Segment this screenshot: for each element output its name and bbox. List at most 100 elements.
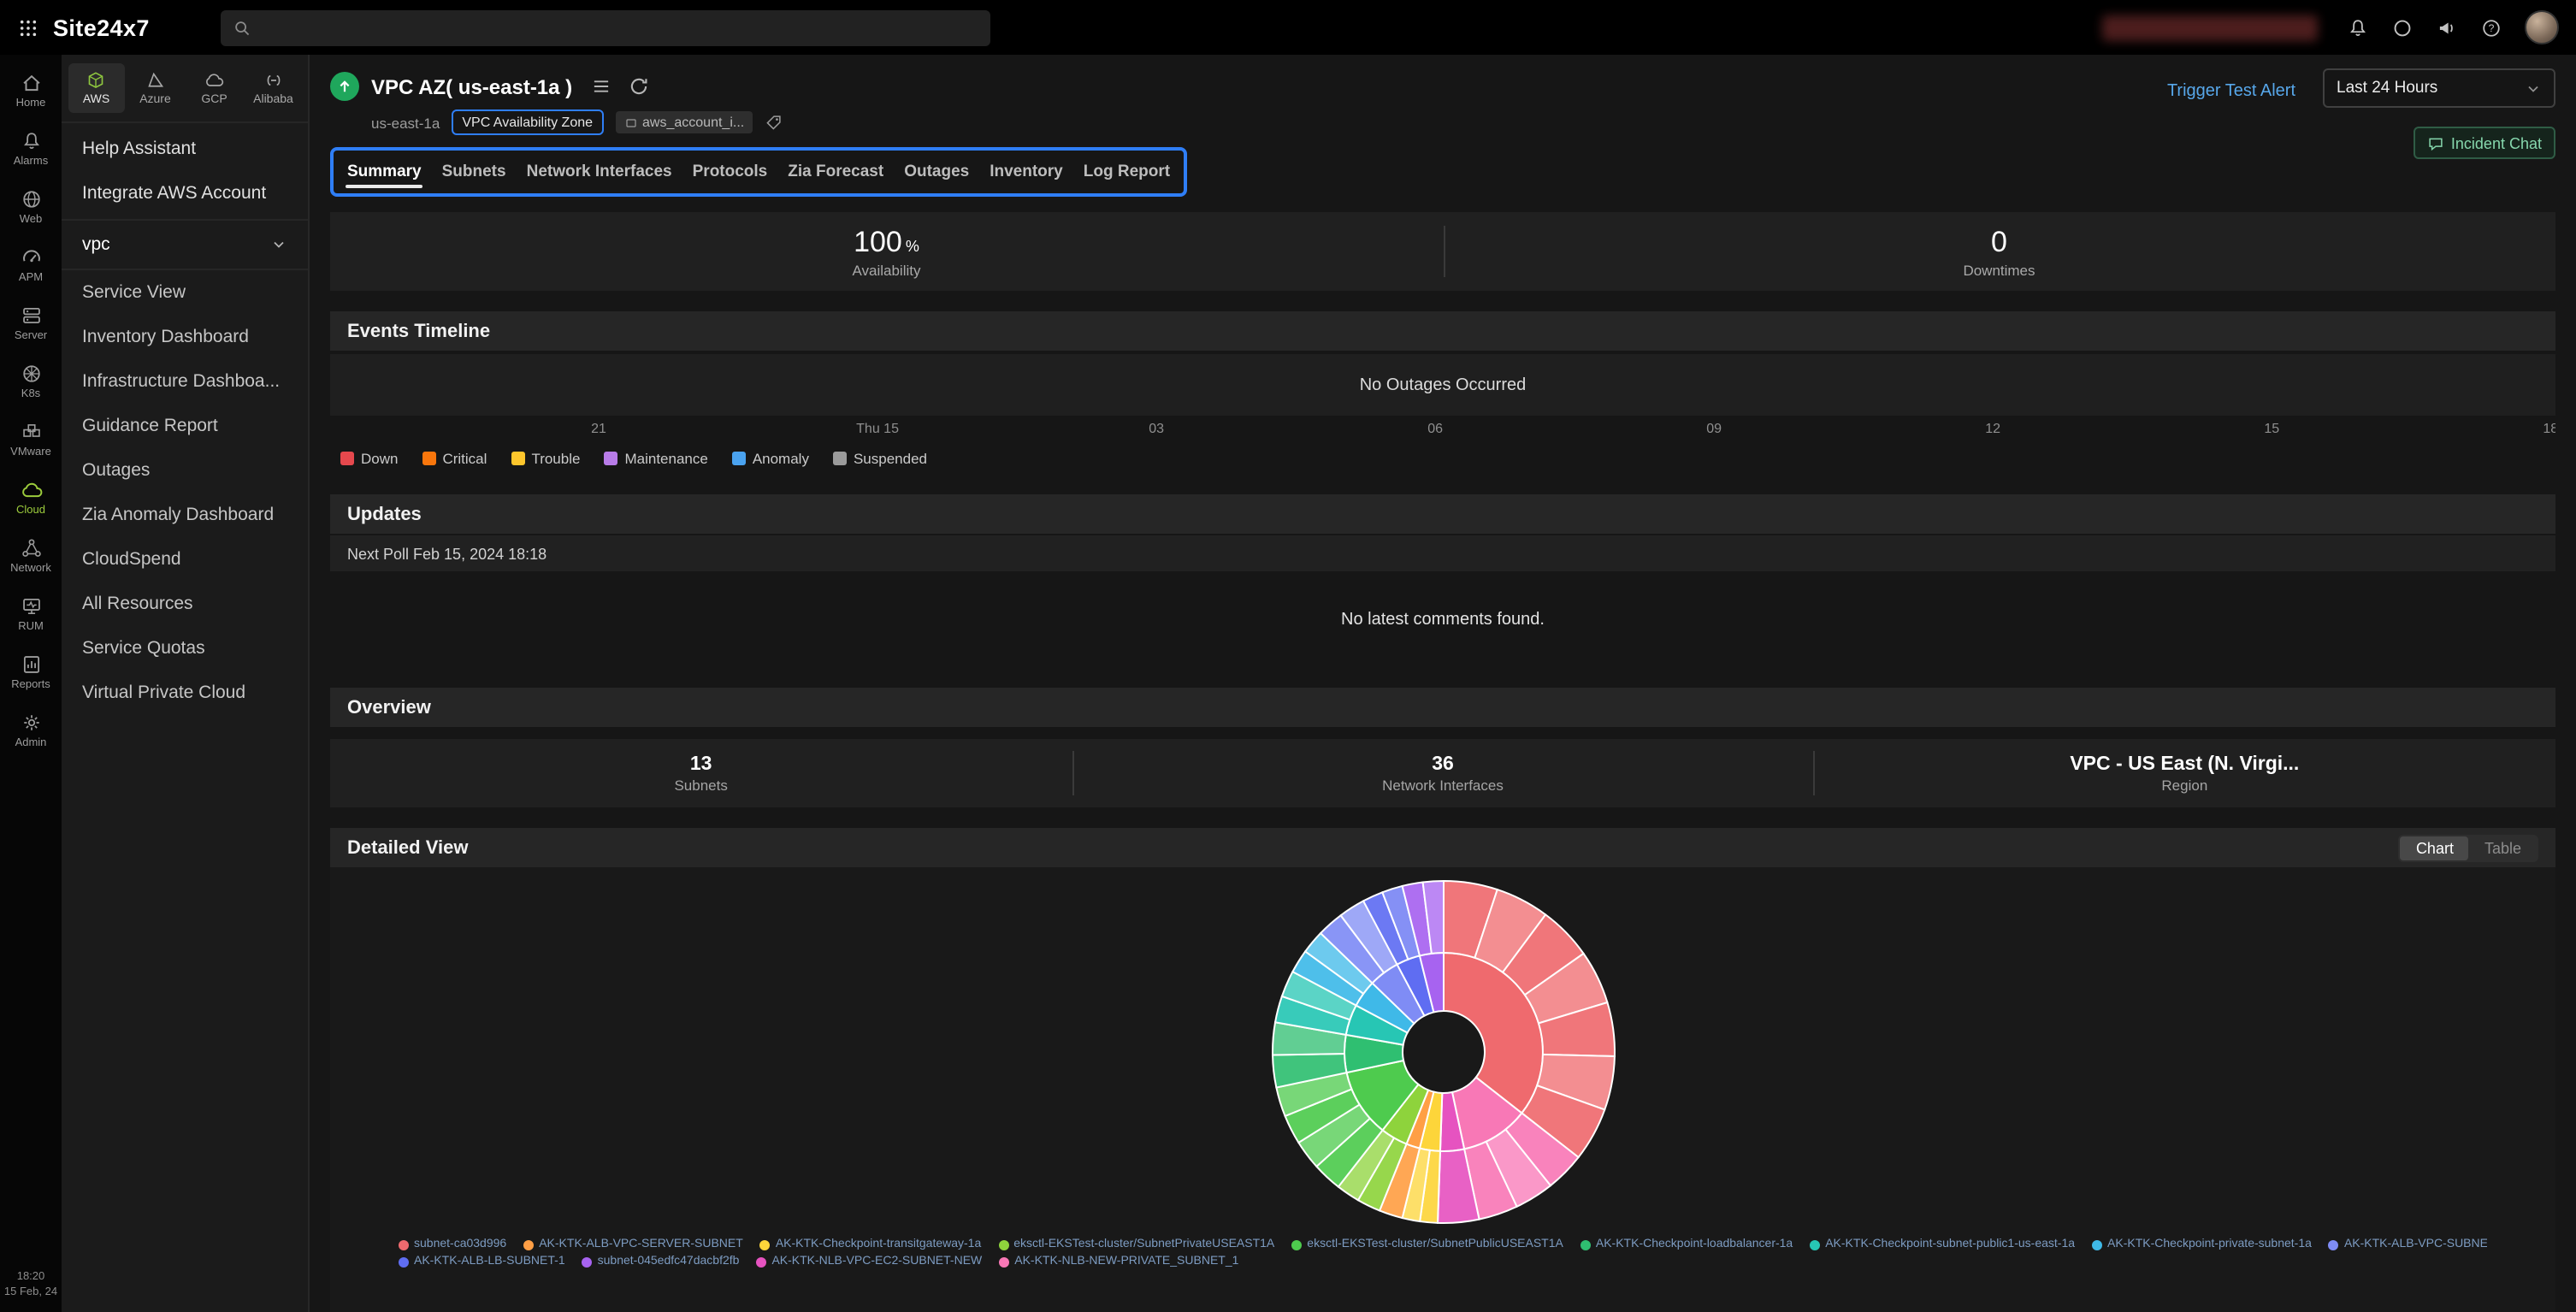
rail-item-k8s[interactable]: K8s bbox=[0, 352, 62, 411]
chart-legend-item-ak-ktk-checkpoint-loadbalancer-1a[interactable]: AK-KTK-Checkpoint-loadbalancer-1a bbox=[1580, 1238, 1793, 1250]
provider-tab-alibaba[interactable]: Alibaba bbox=[245, 63, 301, 113]
sidebar-item-zia-anomaly-dashboard[interactable]: Zia Anomaly Dashboard bbox=[62, 493, 308, 537]
tab-network-interfaces[interactable]: Network Interfaces bbox=[517, 151, 682, 193]
account-tag[interactable]: aws_account_i... bbox=[615, 111, 753, 133]
chart-table-toggle: Chart Table bbox=[2398, 834, 2538, 861]
chart-legend-item-ak-ktk-alb-vpc-server-subnet[interactable]: AK-KTK-ALB-VPC-SERVER-SUBNET bbox=[523, 1238, 743, 1250]
sunburst-chart[interactable] bbox=[1261, 871, 1624, 1233]
rail-item-server[interactable]: Server bbox=[0, 294, 62, 352]
refresh-icon bbox=[630, 78, 647, 95]
incident-chat-button[interactable]: Incident Chat bbox=[2413, 127, 2555, 159]
sidebar-item-service-quotas[interactable]: Service Quotas bbox=[62, 626, 308, 671]
timeline-tick: 06 bbox=[1427, 421, 1444, 436]
avatar[interactable] bbox=[2525, 10, 2559, 44]
detailed-view-header: Detailed View Chart Table bbox=[330, 828, 2555, 867]
sidebar-item-outages[interactable]: Outages bbox=[62, 448, 308, 493]
tab-log-report[interactable]: Log Report bbox=[1073, 151, 1180, 193]
provider-tab-gcp[interactable]: GCP bbox=[186, 63, 242, 113]
rail-item-reports[interactable]: Reports bbox=[0, 643, 62, 701]
announcements-icon[interactable] bbox=[2436, 16, 2458, 38]
tab-subnets[interactable]: Subnets bbox=[432, 151, 517, 193]
legend-swatch bbox=[832, 452, 847, 465]
rail-item-vmware[interactable]: VMware bbox=[0, 411, 62, 469]
global-search[interactable] bbox=[221, 9, 991, 45]
provider-tab-aws[interactable]: AWS bbox=[68, 63, 124, 113]
overview-stat-subnets: 13 Subnets bbox=[330, 739, 1072, 807]
rail-time: 18:20 bbox=[16, 1270, 45, 1282]
rail-item-network[interactable]: Network bbox=[0, 527, 62, 585]
rail-item-alarms[interactable]: Alarms bbox=[0, 120, 62, 178]
overview-label: Region bbox=[2161, 776, 2208, 793]
chart-legend-item-eksctl-ekstest-cluster-subnetpublicuseast1a[interactable]: eksctl-EKSTest-cluster/SubnetPublicUSEAS… bbox=[1291, 1238, 1563, 1250]
rail-item-rum[interactable]: RUM bbox=[0, 585, 62, 643]
table-toggle-button[interactable]: Table bbox=[2469, 836, 2537, 860]
overview-value: 36 bbox=[1432, 754, 1454, 774]
legend-dot bbox=[582, 1256, 593, 1267]
legend-label: eksctl-EKSTest-cluster/SubnetPublicUSEAS… bbox=[1307, 1238, 1563, 1250]
rail-item-label: K8s bbox=[21, 388, 41, 400]
monitor-menu-icon[interactable] bbox=[589, 75, 612, 98]
chart-toggle-button[interactable]: Chart bbox=[2400, 836, 2469, 860]
tag-icon[interactable] bbox=[765, 113, 783, 132]
provider-tab-azure[interactable]: Azure bbox=[127, 63, 183, 113]
network-icon bbox=[21, 539, 40, 557]
sidebar-item-service-view[interactable]: Service View bbox=[62, 270, 308, 315]
chart-legend-row: subnet-ca03d996 AK-KTK-ALB-VPC-SERVER-SUB… bbox=[399, 1238, 2487, 1250]
tab-outages[interactable]: Outages bbox=[894, 151, 979, 193]
help-icon[interactable]: ? bbox=[2480, 16, 2502, 38]
rail-item-cloud[interactable]: Cloud bbox=[0, 469, 62, 527]
chart-legend-item-ak-ktk-checkpoint-transitgateway-1a[interactable]: AK-KTK-Checkpoint-transitgateway-1a bbox=[759, 1238, 981, 1250]
vmware-icon bbox=[22, 424, 39, 437]
chart-legend-item-ak-ktk-alb-vpc-subnet-tgw-1[interactable]: AK-KTK-ALB-VPC-SUBNET-TGW-1 bbox=[2328, 1238, 2487, 1250]
downtimes-value: 0 bbox=[1991, 225, 2007, 257]
rail-item-label: VMware bbox=[10, 446, 51, 458]
chart-legend-item-subnet-045edfc47dacbf2fb[interactable]: subnet-045edfc47dacbf2fb bbox=[582, 1256, 739, 1268]
trigger-test-alert-link[interactable]: Trigger Test Alert bbox=[2167, 82, 2295, 101]
arrow-up-icon bbox=[335, 77, 354, 96]
event-legend-anomaly: Anomaly bbox=[731, 450, 809, 467]
bell-icon[interactable] bbox=[2347, 16, 2369, 38]
tab-summary[interactable]: Summary bbox=[337, 151, 432, 193]
sidebar-item-guidance-report[interactable]: Guidance Report bbox=[62, 404, 308, 448]
rail-item-web[interactable]: Web bbox=[0, 178, 62, 236]
apps-grid-icon[interactable] bbox=[17, 16, 39, 38]
tab-zia-forecast[interactable]: Zia Forecast bbox=[777, 151, 894, 193]
no-outages-text: No Outages Occurred bbox=[1359, 375, 1527, 394]
chart-legend-item-ak-ktk-nlb-new-private-subnet-1[interactable]: AK-KTK-NLB-NEW-PRIVATE_SUBNET_1 bbox=[999, 1256, 1238, 1268]
time-range-value: Last 24 Hours bbox=[2337, 79, 2438, 98]
legend-dot bbox=[998, 1239, 1009, 1250]
chart-legend-item-ak-ktk-checkpoint-private-subnet-1a[interactable]: AK-KTK-Checkpoint-private-subnet-1a bbox=[2092, 1238, 2312, 1250]
search-input[interactable] bbox=[262, 18, 979, 37]
topbar: Site24x7 ? bbox=[0, 0, 2576, 55]
sidebar-item-inventory-dashboard[interactable]: Inventory Dashboard bbox=[62, 315, 308, 359]
logo: Site24x7 bbox=[53, 15, 150, 40]
chart-legend-item-ak-ktk-nlb-vpc-ec2-subnet-new[interactable]: AK-KTK-NLB-VPC-EC2-SUBNET-NEW bbox=[756, 1256, 982, 1268]
chart-legend-item-ak-ktk-alb-lb-subnet-1[interactable]: AK-KTK-ALB-LB-SUBNET-1 bbox=[399, 1256, 565, 1268]
sidebar-item-help-assistant[interactable]: Help Assistant bbox=[62, 127, 308, 171]
k8s-icon bbox=[22, 365, 39, 382]
sidebar-item-all-resources[interactable]: All Resources bbox=[62, 582, 308, 626]
search-icon bbox=[236, 21, 251, 35]
legend-label: AK-KTK-Checkpoint-loadbalancer-1a bbox=[1595, 1238, 1793, 1250]
chart-legend-item-eksctl-ekstest-cluster-subnetprivateuseast1a[interactable]: eksctl-EKSTest-cluster/SubnetPrivateUSEA… bbox=[998, 1238, 1274, 1250]
availability-unit: % bbox=[905, 237, 919, 254]
chevron-down-icon bbox=[2528, 85, 2538, 92]
refresh-icon[interactable] bbox=[627, 75, 649, 98]
rail-item-apm[interactable]: APM bbox=[0, 236, 62, 294]
sidebar-item-integrate-aws-account[interactable]: Integrate AWS Account bbox=[62, 171, 308, 216]
rail-item-admin[interactable]: Admin bbox=[0, 701, 62, 759]
legend-label: AK-KTK-Checkpoint-subnet-public1-us-east… bbox=[1825, 1238, 2076, 1250]
monitor-type-dropdown[interactable]: vpc bbox=[62, 221, 308, 270]
chart-legend-item-subnet-ca03d996[interactable]: subnet-ca03d996 bbox=[399, 1238, 506, 1250]
tab-protocols[interactable]: Protocols bbox=[682, 151, 778, 193]
account-box-icon bbox=[623, 115, 637, 129]
rail-item-home[interactable]: Home bbox=[0, 62, 62, 120]
time-range-dropdown[interactable]: Last 24 Hours bbox=[2323, 68, 2555, 108]
tab-inventory[interactable]: Inventory bbox=[979, 151, 1073, 193]
health-icon[interactable] bbox=[2391, 16, 2414, 38]
sidebar-item-infrastructure-dashboa[interactable]: Infrastructure Dashboa... bbox=[62, 359, 308, 404]
sidebar-item-virtual-private-cloud[interactable]: Virtual Private Cloud bbox=[62, 671, 308, 715]
chart-legend-item-ak-ktk-checkpoint-subnet-public1-us-east-1a[interactable]: AK-KTK-Checkpoint-subnet-public1-us-east… bbox=[1810, 1238, 2075, 1250]
cloud-icon bbox=[21, 482, 42, 498]
sidebar-item-cloudspend[interactable]: CloudSpend bbox=[62, 537, 308, 582]
